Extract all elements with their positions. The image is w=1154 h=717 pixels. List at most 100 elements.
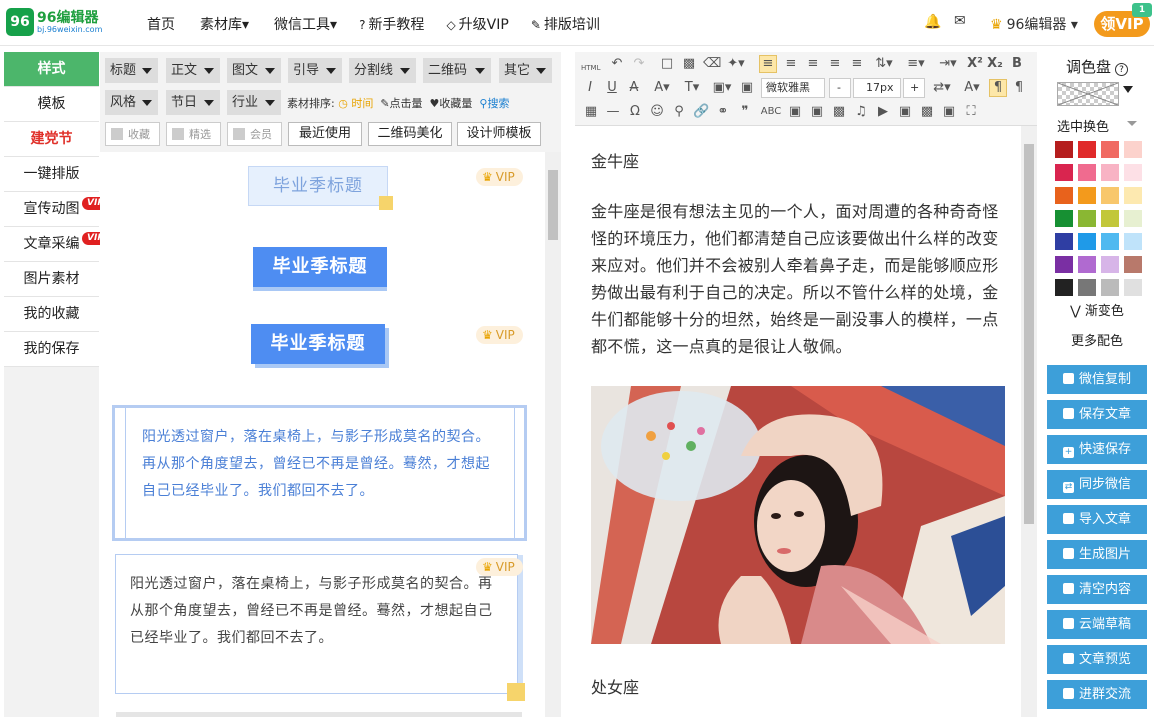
fullscreen-icon[interactable]: ⛶ bbox=[963, 104, 979, 120]
text-direction-icon[interactable]: A▾ bbox=[959, 80, 985, 96]
text-style-icon[interactable]: T▾ bbox=[679, 80, 705, 96]
nav-home[interactable]: 首页 bbox=[144, 14, 175, 34]
tooltip-icon[interactable]: ▩ bbox=[919, 104, 935, 120]
import-article-button[interactable]: 导入文章 bbox=[1047, 505, 1147, 534]
background-color-icon[interactable]: ▣▾ bbox=[709, 80, 735, 96]
strikethrough-icon[interactable]: A bbox=[627, 80, 641, 96]
color-swatch[interactable] bbox=[1055, 256, 1073, 273]
color-swatch[interactable] bbox=[1055, 210, 1073, 227]
sort-clicks[interactable]: 点击量 bbox=[390, 97, 423, 110]
color-swatch[interactable] bbox=[1101, 233, 1119, 250]
get-vip-button[interactable]: 领VIP 1 bbox=[1094, 3, 1152, 37]
color-swatch[interactable] bbox=[1055, 187, 1073, 204]
superscript-icon[interactable]: X² bbox=[967, 56, 983, 72]
font-size-increase-button[interactable]: + bbox=[903, 78, 925, 98]
filter-image-text[interactable]: 图文 bbox=[227, 58, 281, 83]
join-group-button[interactable]: 进群交流 bbox=[1047, 680, 1147, 709]
magic-wand-icon[interactable]: ✦▾ bbox=[725, 56, 747, 72]
bell-icon[interactable]: 🔔 bbox=[924, 14, 941, 30]
nav-wechat-tools[interactable]: 微信工具▾ bbox=[271, 14, 337, 34]
color-swatch[interactable] bbox=[1078, 164, 1096, 181]
sidebar-item-party-day[interactable]: 建党节 bbox=[4, 122, 99, 157]
scrollbar-thumb[interactable] bbox=[1024, 144, 1034, 524]
sort-time[interactable]: ◷ 时间 bbox=[338, 97, 373, 110]
image-icon[interactable]: ▣ bbox=[739, 80, 755, 96]
align-right-icon[interactable]: ≡ bbox=[805, 56, 821, 72]
eraser-icon[interactable]: ⌫ bbox=[703, 56, 721, 72]
sidebar-item-styles[interactable]: 样式 bbox=[4, 52, 99, 87]
color-swatch[interactable] bbox=[1078, 256, 1096, 273]
color-swatch[interactable] bbox=[1101, 164, 1119, 181]
check-favorites[interactable]: 收藏 bbox=[105, 122, 160, 146]
video-icon[interactable]: ▶ bbox=[875, 104, 891, 120]
undo-icon[interactable]: ↶ bbox=[609, 56, 625, 72]
color-swatch[interactable] bbox=[1101, 256, 1119, 273]
sort-search[interactable]: 搜索 bbox=[487, 97, 509, 110]
style-item-paragraph-2[interactable]: 阳光透过窗户，落在桌椅上，与影子形成莫名的契合。再从那个角度望去，曾经已不再是曾… bbox=[115, 554, 525, 701]
editor-content[interactable]: 金牛座 金牛座是很有想法主见的一个人，面对周遭的各种奇奇怪怪的环境压力，他们都清… bbox=[575, 126, 1021, 717]
doc-image[interactable] bbox=[591, 386, 1005, 644]
line-height-icon[interactable]: ⇅▾ bbox=[871, 56, 897, 72]
check-featured[interactable]: 精选 bbox=[166, 122, 221, 146]
nav-materials[interactable]: 素材库▾ bbox=[197, 14, 249, 34]
slideshow-icon[interactable]: ▩ bbox=[831, 104, 847, 120]
article-preview-button[interactable]: 文章预览 bbox=[1047, 645, 1147, 674]
save-article-button[interactable]: 保存文章 bbox=[1047, 400, 1147, 429]
nav-tutorial[interactable]: ? 新手教程 bbox=[359, 14, 424, 34]
chevron-down-icon[interactable] bbox=[1123, 86, 1133, 93]
filter-divider[interactable]: 分割线 bbox=[349, 58, 416, 83]
generate-image-button[interactable]: 生成图片 bbox=[1047, 540, 1147, 569]
paste-text-icon[interactable]: ▩ bbox=[681, 56, 697, 72]
style-item-title-3[interactable]: 毕业季标题 bbox=[251, 324, 385, 364]
align-left-icon[interactable]: ≡ bbox=[759, 55, 777, 73]
sidebar-item-templates[interactable]: 模板 bbox=[4, 87, 99, 122]
special-char-icon[interactable]: Ω bbox=[627, 104, 643, 120]
paragraph-spacing-icon[interactable]: ≡▾ bbox=[903, 56, 929, 72]
underline-icon[interactable]: U bbox=[605, 80, 619, 96]
scrollbar-thumb[interactable] bbox=[548, 170, 558, 240]
editor-scrollbar[interactable] bbox=[1021, 126, 1037, 717]
table-icon[interactable]: ▦ bbox=[583, 104, 599, 120]
qrcode-beautify-button[interactable]: 二维码美化 bbox=[368, 122, 452, 146]
filter-body[interactable]: 正文 bbox=[166, 58, 220, 83]
map-icon[interactable]: ▣ bbox=[897, 104, 913, 120]
quick-save-button[interactable]: + 快速保存 bbox=[1047, 435, 1147, 464]
gallery-icon[interactable]: ▣ bbox=[809, 104, 825, 120]
filter-industry[interactable]: 行业 bbox=[227, 90, 281, 115]
align-distribute-icon[interactable]: ≡ bbox=[849, 56, 865, 72]
search-replace-icon[interactable]: ⚲ bbox=[671, 104, 687, 120]
color-swatch[interactable] bbox=[1055, 141, 1073, 158]
clear-content-button[interactable]: 清空内容 bbox=[1047, 575, 1147, 604]
transparent-color-swatch[interactable] bbox=[1057, 82, 1119, 106]
color-swatch[interactable] bbox=[1124, 141, 1142, 158]
color-swatch[interactable] bbox=[1101, 187, 1119, 204]
style-item-paragraph-1[interactable]: 阳光透过窗户，落在桌椅上，与影子形成莫名的契合。再从那个角度望去，曾经已不再是曾… bbox=[112, 405, 527, 541]
sidebar-item-promo-gif[interactable]: 宣传动图 VIP bbox=[4, 192, 109, 227]
color-swatch[interactable] bbox=[1055, 164, 1073, 181]
color-swatch[interactable] bbox=[1124, 256, 1142, 273]
color-swatch[interactable] bbox=[1078, 187, 1096, 204]
ltr-icon[interactable]: ¶ bbox=[989, 79, 1007, 97]
new-doc-icon[interactable]: □ bbox=[659, 56, 675, 72]
color-swatch[interactable] bbox=[1078, 141, 1096, 158]
color-swatch[interactable] bbox=[1124, 164, 1142, 181]
sidebar-item-my-saved[interactable]: 我的保存 bbox=[4, 332, 99, 367]
mail-icon[interactable]: ✉ bbox=[954, 13, 966, 29]
color-swatch[interactable] bbox=[1124, 187, 1142, 204]
color-swatch[interactable] bbox=[1101, 279, 1119, 296]
color-swatch[interactable] bbox=[1078, 279, 1096, 296]
letter-spacing-icon[interactable]: ⇄▾ bbox=[929, 80, 955, 96]
user-menu[interactable]: ♛ 96编辑器 ▾ bbox=[990, 14, 1078, 34]
quote-icon[interactable]: ❞ bbox=[737, 104, 753, 120]
replace-color-label[interactable]: 选中换色 bbox=[1057, 116, 1109, 135]
more-colors-button[interactable]: 更多配色 bbox=[1047, 330, 1147, 349]
recent-used-button[interactable]: 最近使用 bbox=[288, 122, 362, 146]
font-size-value[interactable]: 17px bbox=[853, 78, 901, 98]
sidebar-item-one-click-layout[interactable]: 一键排版 bbox=[4, 157, 99, 192]
sidebar-item-images[interactable]: 图片素材 bbox=[4, 262, 99, 297]
color-swatch[interactable] bbox=[1124, 233, 1142, 250]
font-family-select[interactable]: 微软雅黑 bbox=[761, 78, 825, 98]
color-swatch[interactable] bbox=[1078, 210, 1096, 227]
emoji-icon[interactable]: ☺ bbox=[649, 104, 665, 120]
style-item-title-1[interactable]: 毕业季标题 bbox=[248, 166, 393, 210]
